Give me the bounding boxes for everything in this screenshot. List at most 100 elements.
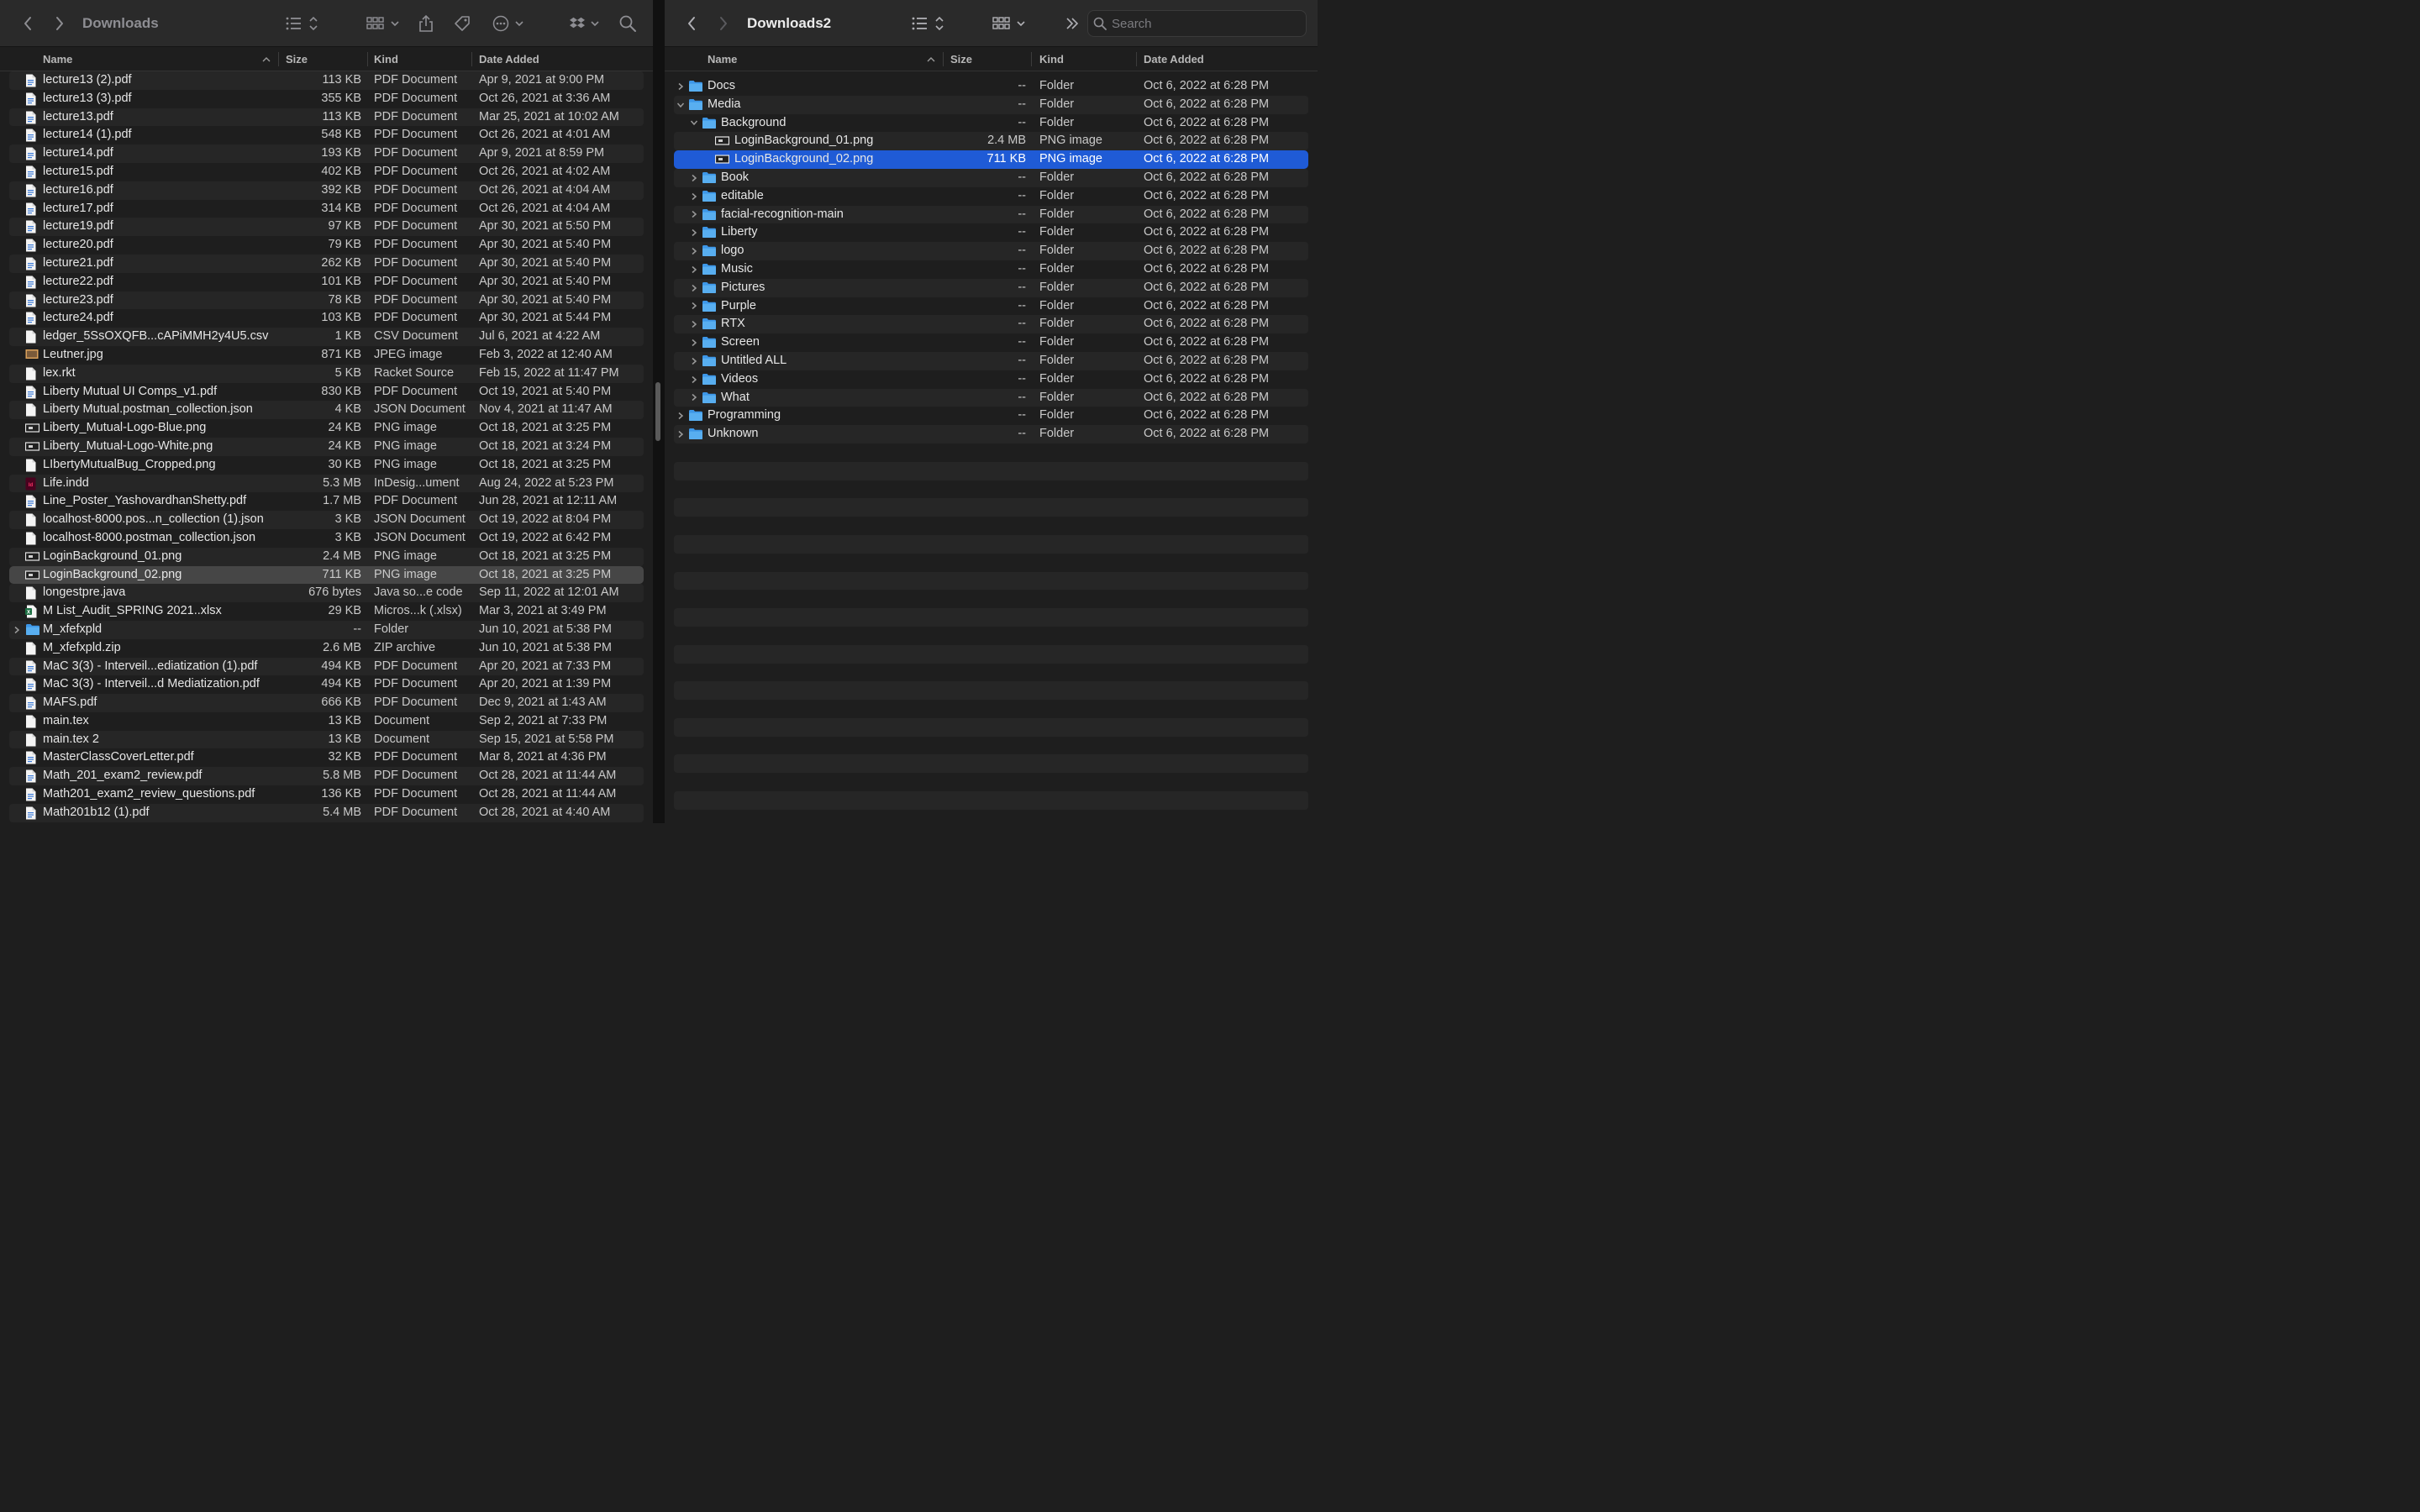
file-row[interactable]: Liberty_Mutual-Logo-White.png 24 KB PNG im… xyxy=(0,437,653,456)
back-button[interactable] xyxy=(681,0,702,47)
disclosure-collapsed-icon[interactable] xyxy=(689,187,699,206)
folder-row[interactable]: Liberty -- Folder Oct 6, 2022 at 6:28 PM xyxy=(665,223,1318,242)
folder-row[interactable]: facial-recognition-main -- Folder Oct 6, 20… xyxy=(665,205,1318,224)
disclosure-collapsed-icon[interactable] xyxy=(676,407,686,425)
size-column-header[interactable]: Size xyxy=(950,47,972,71)
list-view-button[interactable] xyxy=(282,0,319,47)
file-row[interactable]: lecture22.pdf 101 KB PDF Document Apr 30, 2… xyxy=(0,273,653,291)
file-row[interactable]: LoginBackground_01.png 2.4 MB PNG image Oct… xyxy=(0,547,653,566)
column-divider[interactable] xyxy=(471,52,472,66)
disclosure-collapsed-icon[interactable] xyxy=(689,315,699,333)
kind-column-header[interactable]: Kind xyxy=(374,47,398,71)
disclosure-expanded-icon[interactable] xyxy=(676,96,686,114)
date-added-column-header[interactable]: Date Added xyxy=(1144,47,1204,71)
folder-row[interactable]: What -- Folder Oct 6, 2022 at 6:28 PM xyxy=(665,388,1318,407)
file-row[interactable]: MaC 3(3) - Interveil...ediatization (1).… xyxy=(0,657,653,676)
size-column-header[interactable]: Size xyxy=(286,47,308,71)
file-row[interactable]: Math_201_exam2_review.pdf 5.8 MB PDF Docum… xyxy=(0,767,653,785)
folder-row[interactable]: Music -- Folder Oct 6, 2022 at 6:28 PM xyxy=(665,260,1318,279)
file-row[interactable]: lecture13.pdf 113 KB PDF Document Mar 25, 2… xyxy=(0,108,653,127)
scrollbar-thumb[interactable] xyxy=(655,382,660,441)
overflow-button[interactable] xyxy=(1063,0,1081,47)
date-added-column-header[interactable]: Date Added xyxy=(479,47,539,71)
file-row[interactable]: Leutner.jpg 871 KB JPEG image Feb 3, 2022 a… xyxy=(0,346,653,365)
file-row[interactable]: M_xfefxpld.zip 2.6 MB ZIP archive Jun 10, 2… xyxy=(0,639,653,658)
name-column-header[interactable]: Name xyxy=(43,47,72,71)
search-field[interactable]: Search xyxy=(1087,10,1307,37)
file-row[interactable]: lecture13 (3).pdf 355 KB PDF Document Oct 2… xyxy=(0,90,653,108)
file-row[interactable]: lecture14.pdf 193 KB PDF Document Apr 9, 20… xyxy=(0,144,653,163)
action-button[interactable] xyxy=(491,0,526,47)
disclosure-collapsed-icon[interactable] xyxy=(689,370,699,389)
folder-row[interactable]: M_xfefxpld -- Folder Jun 10, 2021 at 5:38 P… xyxy=(0,620,653,639)
file-row[interactable]: LIbertyMutualBug_Cropped.png 30 KB PNG ima… xyxy=(0,456,653,475)
disclosure-collapsed-icon[interactable] xyxy=(689,333,699,352)
folder-row[interactable]: Book -- Folder Oct 6, 2022 at 6:28 PM xyxy=(665,168,1318,187)
forward-button[interactable] xyxy=(49,0,71,47)
column-divider[interactable] xyxy=(278,52,279,66)
folder-row[interactable]: Media -- Folder Oct 6, 2022 at 6:28 PM xyxy=(665,95,1318,114)
folder-row[interactable]: Background -- Folder Oct 6, 2022 at 6:28 PM xyxy=(665,114,1318,133)
file-row[interactable]: lecture24.pdf 103 KB PDF Document Apr 30, 2… xyxy=(0,309,653,328)
folder-row[interactable]: RTX -- Folder Oct 6, 2022 at 6:28 PM xyxy=(665,315,1318,333)
folder-row[interactable]: logo -- Folder Oct 6, 2022 at 6:28 PM xyxy=(665,242,1318,260)
disclosure-collapsed-icon[interactable] xyxy=(689,206,699,224)
forward-button[interactable] xyxy=(713,0,734,47)
column-divider[interactable] xyxy=(1031,52,1032,66)
column-divider[interactable] xyxy=(943,52,944,66)
file-row[interactable]: Line_Poster_YashovardhanShetty.pdf 1.7 MB… xyxy=(0,492,653,511)
folder-row[interactable]: Pictures -- Folder Oct 6, 2022 at 6:28 PM xyxy=(665,278,1318,297)
column-divider[interactable] xyxy=(1136,52,1137,66)
file-row[interactable]: localhost-8000.pos...n_collection (1).js… xyxy=(0,511,653,529)
file-row[interactable]: lecture21.pdf 262 KB PDF Document Apr 30, 2… xyxy=(0,254,653,273)
folder-row[interactable]: Purple -- Folder Oct 6, 2022 at 6:28 PM xyxy=(665,297,1318,316)
file-row[interactable]: lecture16.pdf 392 KB PDF Document Oct 26, 2… xyxy=(0,181,653,200)
file-row[interactable]: Math201b12 (1).pdf 5.4 MB PDF Document Oct … xyxy=(0,803,653,822)
file-row[interactable]: Liberty Mutual UI Comps_v1.pdf 830 KB PDF … xyxy=(0,383,653,402)
file-row[interactable]: MaC 3(3) - Interveil...d Mediatization.p… xyxy=(0,675,653,694)
disclosure-collapsed-icon[interactable] xyxy=(689,242,699,260)
tag-button[interactable] xyxy=(450,0,474,47)
file-row[interactable]: Liberty Mutual.postman_collection.json 4 … xyxy=(0,401,653,419)
file-row[interactable]: lecture14 (1).pdf 548 KB PDF Document Oct 2… xyxy=(0,126,653,144)
disclosure-collapsed-icon[interactable] xyxy=(689,260,699,279)
file-row[interactable]: Liberty_Mutual-Logo-Blue.png 24 KB PNG ima… xyxy=(0,419,653,438)
folder-row[interactable]: Unknown -- Folder Oct 6, 2022 at 6:28 PM xyxy=(665,425,1318,444)
disclosure-collapsed-icon[interactable] xyxy=(689,279,699,297)
file-row[interactable]: LoginBackground_02.png 711 KB PNG image Oct… xyxy=(0,565,653,585)
column-divider[interactable] xyxy=(367,52,368,66)
file-row[interactable]: lecture23.pdf 78 KB PDF Document Apr 30, 20… xyxy=(0,291,653,310)
folder-row[interactable]: Videos -- Folder Oct 6, 2022 at 6:28 PM xyxy=(665,370,1318,389)
search-button[interactable] xyxy=(617,0,639,47)
file-row[interactable]: main.tex 2 13 KB Document Sep 15, 2021 at 5… xyxy=(0,730,653,749)
file-row[interactable]: longestpre.java 676 bytes Java so...e code… xyxy=(0,584,653,602)
group-button[interactable] xyxy=(365,0,400,47)
disclosure-collapsed-icon[interactable] xyxy=(689,223,699,242)
file-row[interactable]: lecture15.pdf 402 KB PDF Document Oct 26, 2… xyxy=(0,163,653,181)
file-row[interactable]: lecture17.pdf 314 KB PDF Document Oct 26, 2… xyxy=(0,200,653,218)
file-row[interactable]: LoginBackground_02.png 711 KB PNG image Oct… xyxy=(665,150,1318,169)
disclosure-collapsed-icon[interactable] xyxy=(676,425,686,444)
folder-row[interactable]: Programming -- Folder Oct 6, 2022 at 6:28 P… xyxy=(665,407,1318,425)
folder-row[interactable]: editable -- Folder Oct 6, 2022 at 6:28 PM xyxy=(665,187,1318,206)
disclosure-collapsed-icon[interactable] xyxy=(689,352,699,370)
file-row[interactable]: localhost-8000.postman_collection.json 3 … xyxy=(0,529,653,548)
file-row[interactable]: X M List_Audit_SPRING 2021..xlsx 29 KB Micr… xyxy=(0,602,653,621)
disclosure-collapsed-icon[interactable] xyxy=(689,297,699,316)
folder-row[interactable]: Untitled ALL -- Folder Oct 6, 2022 at 6:28 … xyxy=(665,351,1318,370)
file-row[interactable]: lecture19.pdf 97 KB PDF Document Apr 30, 20… xyxy=(0,218,653,236)
disclosure-collapsed-icon[interactable] xyxy=(676,77,686,96)
file-row[interactable]: LoginBackground_01.png 2.4 MB PNG image Oct… xyxy=(665,132,1318,150)
file-row[interactable]: lecture13 (2).pdf 113 KB PDF Document Apr 9… xyxy=(0,71,653,90)
name-column-header[interactable]: Name xyxy=(708,47,737,71)
share-button[interactable] xyxy=(415,0,437,47)
back-button[interactable] xyxy=(17,0,39,47)
kind-column-header[interactable]: Kind xyxy=(1039,47,1064,71)
folder-row[interactable]: Screen -- Folder Oct 6, 2022 at 6:28 PM xyxy=(665,333,1318,352)
group-button[interactable] xyxy=(991,0,1026,47)
file-row[interactable]: Math201_exam2_review_questions.pdf 136 KB… xyxy=(0,785,653,804)
disclosure-collapsed-icon[interactable] xyxy=(689,389,699,407)
disclosure-collapsed-icon[interactable] xyxy=(12,621,22,639)
file-row[interactable]: ledger_5SsOXQFB...cAPiMMH2y4U5.csv 1 KB CS… xyxy=(0,328,653,346)
file-row[interactable]: lex.rkt 5 KB Racket Source Feb 15, 2022 at … xyxy=(0,364,653,383)
